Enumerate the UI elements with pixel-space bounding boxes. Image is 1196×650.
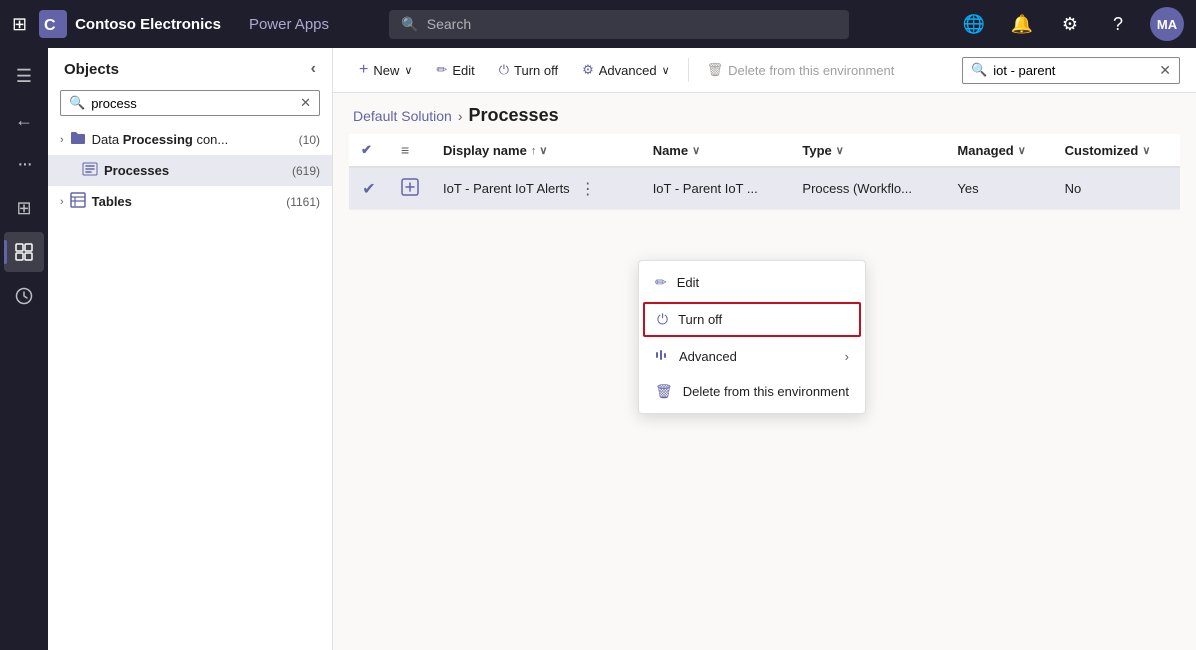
ctx-delete[interactable]: 🗑 Delete from this environment — [639, 374, 865, 409]
context-menu-overlay: ✏ Edit ⏻ Turn off Advanced — [333, 48, 1196, 650]
edit-icon: ✏ — [655, 274, 667, 291]
ctx-advanced[interactable]: Advanced › — [639, 339, 865, 374]
ctx-turnoff[interactable]: ⏻ Turn off — [643, 302, 861, 337]
advanced-icon — [655, 348, 669, 365]
ctx-edit[interactable]: ✏ Edit — [639, 265, 865, 300]
context-menu: ✏ Edit ⏻ Turn off Advanced — [638, 260, 866, 414]
main-layout: ☰ ← ··· ⊞ Objects ‹ 🔍 ✕ — [0, 48, 1196, 650]
trash-icon: 🗑 — [655, 383, 673, 400]
advanced-submenu-chevron: › — [845, 349, 849, 364]
main-content: + New ∨ ✏ Edit ⏻ Turn off ⚙ Advanced ∨ 🗑… — [333, 48, 1196, 650]
power-icon: ⏻ — [657, 311, 668, 328]
